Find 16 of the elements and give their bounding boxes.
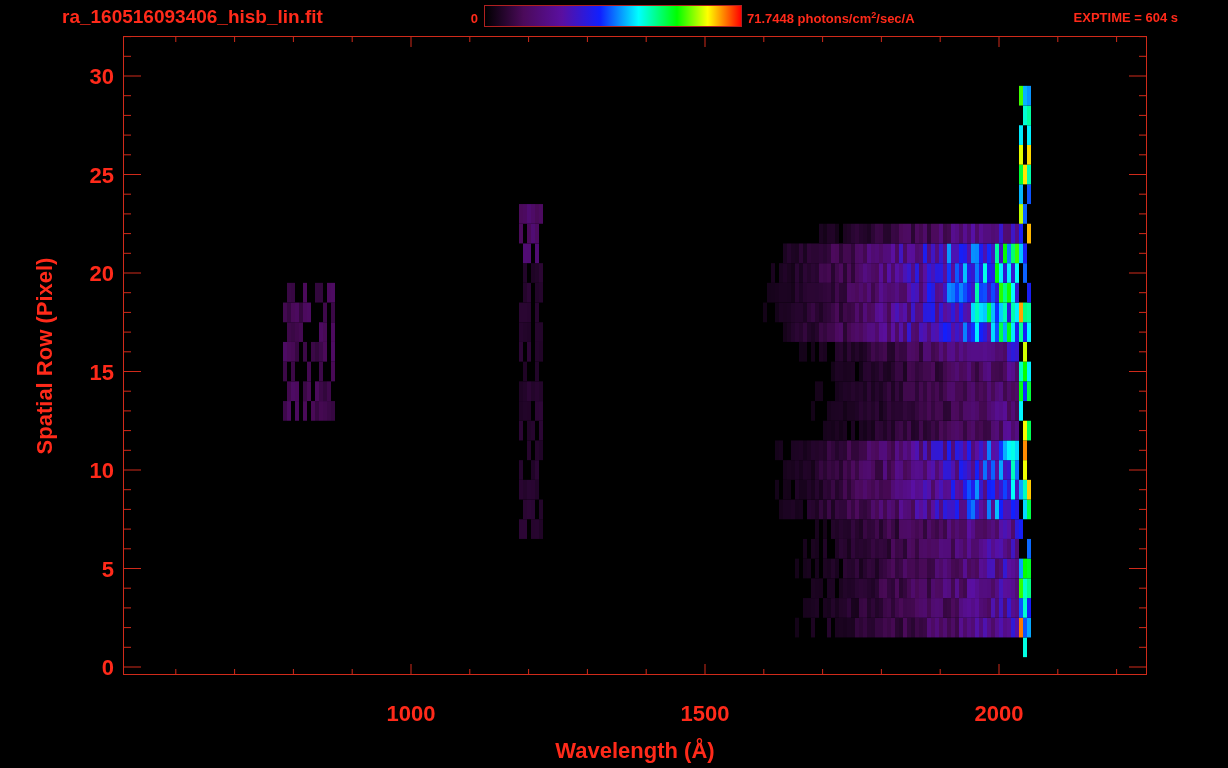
x-tick-label: 1500 — [680, 701, 730, 726]
y-axis-title: Spatial Row (Pixel) — [32, 257, 57, 455]
colorbar-min-label: 0 — [469, 11, 479, 26]
colorbar-max-label: 71.7448 photons/cm$^{2}$/sec/A — [747, 10, 915, 27]
y-tick-label: 20 — [89, 261, 114, 286]
x-tick-label: 2000 — [974, 701, 1024, 726]
file-title: ra_160516093406_hisb_lin.fit — [62, 7, 324, 26]
y-tick-label: 5 — [101, 556, 114, 582]
x-axis-title: Wavelength (Å) — [555, 738, 715, 763]
y-tick-label: 10 — [89, 458, 114, 483]
y-tick-label: 30 — [89, 64, 114, 89]
exposure-time-label: EXPTIME = 604 s — [1073, 10, 1178, 25]
x-tick-label: 1000 — [386, 701, 436, 726]
y-tick-label: 15 — [89, 359, 114, 385]
y-tick-label: 0 — [101, 655, 114, 680]
y-tick-label: 25 — [89, 162, 114, 188]
